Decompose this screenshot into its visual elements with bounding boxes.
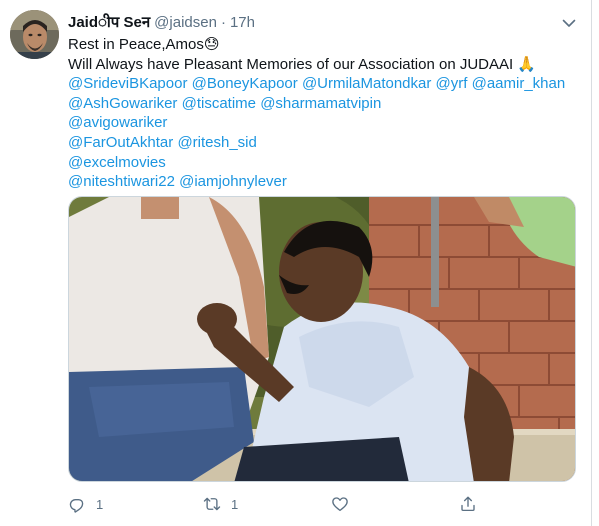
mention-link[interactable]: @FarOutAkhtar	[68, 134, 173, 151]
display-name[interactable]: Jaidीप Seन	[68, 12, 150, 32]
photo-illustration	[69, 197, 575, 481]
user-handle[interactable]: @jaidsen	[154, 14, 217, 31]
tweet-text-segment: Will Always have Pleasant Memories of ou…	[68, 55, 514, 73]
chevron-down-icon[interactable]	[560, 14, 578, 32]
mention-link[interactable]: @iamjohnylever	[179, 173, 287, 190]
mentions-line: @excelmovies	[68, 153, 578, 173]
mention-link[interactable]: @excelmovies	[68, 154, 166, 171]
reply-button[interactable]: 1	[68, 495, 203, 513]
avatar-image	[10, 10, 59, 59]
retweet-icon	[203, 497, 221, 511]
separator-dot: ·	[220, 14, 226, 31]
mention-link[interactable]: @UrmilaMatondkar	[302, 75, 431, 92]
mention-link[interactable]: @ritesh_sid	[177, 134, 256, 151]
avatar[interactable]	[10, 10, 59, 59]
tweet-text: Rest in Peace,Amos😓 Will Always have Ple…	[68, 35, 578, 192]
tweet-text-segment: Rest in Peace,Amos	[68, 36, 204, 53]
mention-link[interactable]: @SrideviBKapoor	[68, 75, 187, 92]
tweet-card[interactable]: Jaidीप Seन @jaidsen · 17h Rest in Peace,…	[0, 0, 592, 526]
mentions-line: @avigowariker	[68, 113, 578, 133]
mention-link[interactable]: @avigowariker	[68, 114, 167, 131]
reply-count: 1	[96, 496, 104, 512]
retweet-count: 1	[231, 496, 239, 512]
mentions-line: @niteshtiwari22 @iamjohnylever	[68, 172, 578, 192]
tweet-header: Jaidीप Seन @jaidsen · 17h	[68, 12, 255, 32]
like-button[interactable]	[331, 495, 459, 513]
reply-icon	[69, 498, 84, 513]
tweet-timestamp[interactable]: 17h	[230, 14, 255, 31]
mention-link[interactable]: @tiscatime	[182, 95, 256, 112]
tweet-text-line: Will Always have Pleasant Memories of ou…	[68, 55, 578, 75]
mentions-line: @FarOutAkhtar @ritesh_sid	[68, 133, 578, 153]
mention-link[interactable]: @aamir_khan	[472, 75, 566, 92]
share-icon	[461, 496, 475, 512]
share-button[interactable]	[459, 495, 487, 513]
mention-link[interactable]: @yrf	[436, 75, 468, 92]
mention-link[interactable]: @BoneyKapoor	[192, 75, 298, 92]
mentions-line: @AshGowariker @tiscatime @sharmamatvipin	[68, 94, 578, 114]
mention-link[interactable]: @niteshtiwari22	[68, 173, 175, 190]
tweet-text-line: Rest in Peace,Amos😓	[68, 35, 578, 55]
tweet-actions: 1 1	[68, 493, 548, 515]
tweet-photo[interactable]	[68, 196, 576, 482]
mention-link[interactable]: @sharmamatvipin	[260, 95, 381, 112]
retweet-button[interactable]: 1	[203, 495, 331, 513]
folded-hands-emoji: 🙏	[517, 55, 537, 73]
sleepy-face-emoji: 😓	[203, 36, 220, 53]
heart-icon	[332, 497, 348, 512]
mentions-line: @SrideviBKapoor @BoneyKapoor @UrmilaMato…	[68, 74, 578, 94]
mention-link[interactable]: @AshGowariker	[68, 95, 177, 112]
